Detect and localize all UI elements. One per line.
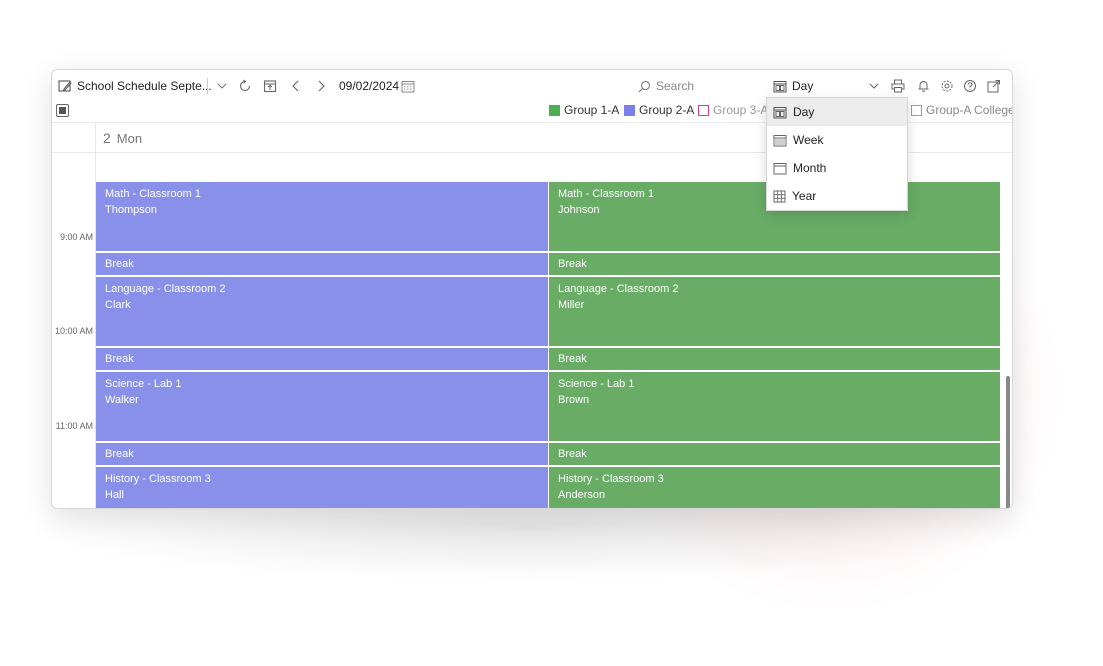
schedule-title[interactable]: School Schedule Septe... — [77, 79, 212, 93]
event-title: Break — [105, 258, 134, 270]
chevron-down-icon[interactable] — [868, 81, 880, 91]
month-view-icon — [773, 162, 787, 175]
day-header[interactable]: 2 Mon — [96, 123, 142, 153]
search-placeholder[interactable]: Search — [656, 79, 694, 93]
event-block[interactable]: Break — [549, 348, 1000, 370]
menu-item-day[interactable]: Day — [767, 98, 907, 126]
event-title: Math - Classroom 1 — [558, 188, 654, 200]
event-block[interactable]: Break — [549, 443, 1000, 465]
legend-label: Group 1-A — [564, 103, 620, 117]
day-number: 2 — [103, 130, 111, 146]
edit-note-icon[interactable] — [57, 79, 73, 93]
event-teacher: Brown — [558, 394, 590, 406]
search-icon — [637, 80, 651, 93]
day-view-icon — [772, 80, 787, 93]
group-1a-swatch — [549, 104, 560, 116]
select-all-checkbox[interactable] — [56, 104, 69, 117]
menu-item-year[interactable]: Year — [767, 182, 907, 210]
event-block[interactable]: Language - Classroom 2 Clark — [96, 277, 548, 346]
vertical-scrollbar[interactable] — [1006, 376, 1010, 508]
event-block[interactable]: Break — [96, 253, 548, 275]
event-title: Break — [558, 353, 587, 365]
view-dropdown-menu: Day Week Month Year — [766, 97, 908, 211]
event-title: Break — [558, 448, 587, 460]
day-weekday: Mon — [116, 130, 143, 146]
group-a-college-swatch — [911, 104, 922, 116]
time-label: 9:00 AM — [59, 232, 93, 242]
menu-item-label: Day — [793, 105, 815, 119]
legend-group-a-college[interactable]: Group-A College — [911, 103, 1013, 117]
event-teacher: Thompson — [105, 204, 157, 216]
legend-group-1a[interactable]: Group 1-A — [549, 103, 619, 117]
time-label: 11:00 AM — [55, 421, 93, 431]
event-teacher: Miller — [558, 299, 585, 311]
year-view-icon — [773, 190, 786, 203]
group-2a-swatch — [624, 104, 635, 116]
menu-item-week[interactable]: Week — [767, 126, 907, 154]
event-title: Break — [105, 353, 134, 365]
event-block[interactable]: Break — [549, 253, 1000, 275]
event-title: Language - Classroom 2 — [558, 283, 679, 295]
event-title: Break — [105, 448, 134, 460]
menu-item-label: Month — [793, 161, 827, 175]
menu-item-month[interactable]: Month — [767, 154, 907, 182]
event-title: History - Classroom 3 — [558, 473, 664, 485]
event-teacher: Clark — [105, 299, 131, 311]
event-title: Break — [558, 258, 587, 270]
group-3a-swatch — [698, 104, 709, 116]
week-view-icon — [773, 134, 787, 147]
view-selected-label[interactable]: Day — [792, 79, 813, 93]
event-teacher: Hall — [105, 489, 124, 501]
event-title: Math - Classroom 1 — [105, 188, 201, 200]
event-block[interactable]: History - Classroom 3 Anderson — [549, 467, 1000, 508]
day-view-icon — [773, 106, 787, 119]
event-title: Language - Classroom 2 — [105, 283, 226, 295]
time-label: 10:00 AM — [54, 326, 93, 336]
event-title: Science - Lab 1 — [105, 378, 182, 390]
toolbar-separator — [207, 78, 208, 94]
event-block[interactable]: Science - Lab 1 Walker — [96, 372, 548, 441]
legend-label: Group 3-A — [713, 103, 769, 117]
legend-group-3a[interactable]: Group 3-A — [698, 103, 768, 117]
event-title: Science - Lab 1 — [558, 378, 635, 390]
event-teacher: Walker — [105, 394, 139, 406]
event-block[interactable]: Language - Classroom 2 Miller — [549, 277, 1000, 346]
event-title: History - Classroom 3 — [105, 473, 211, 485]
legend-label: Group 2-A — [639, 103, 695, 117]
event-block[interactable]: Break — [96, 443, 548, 465]
event-teacher: Anderson — [558, 489, 606, 501]
event-block[interactable]: Math - Classroom 1 Thompson — [96, 182, 548, 251]
legend-label: Group-A College — [926, 103, 1013, 117]
legend-group-2a[interactable]: Group 2-A — [624, 103, 694, 117]
event-block[interactable]: Break — [96, 348, 548, 370]
event-block[interactable]: Science - Lab 1 Brown — [549, 372, 1000, 441]
event-block[interactable]: History - Classroom 3 Hall — [96, 467, 548, 508]
menu-item-label: Year — [792, 189, 817, 203]
menu-item-label: Week — [793, 133, 824, 147]
